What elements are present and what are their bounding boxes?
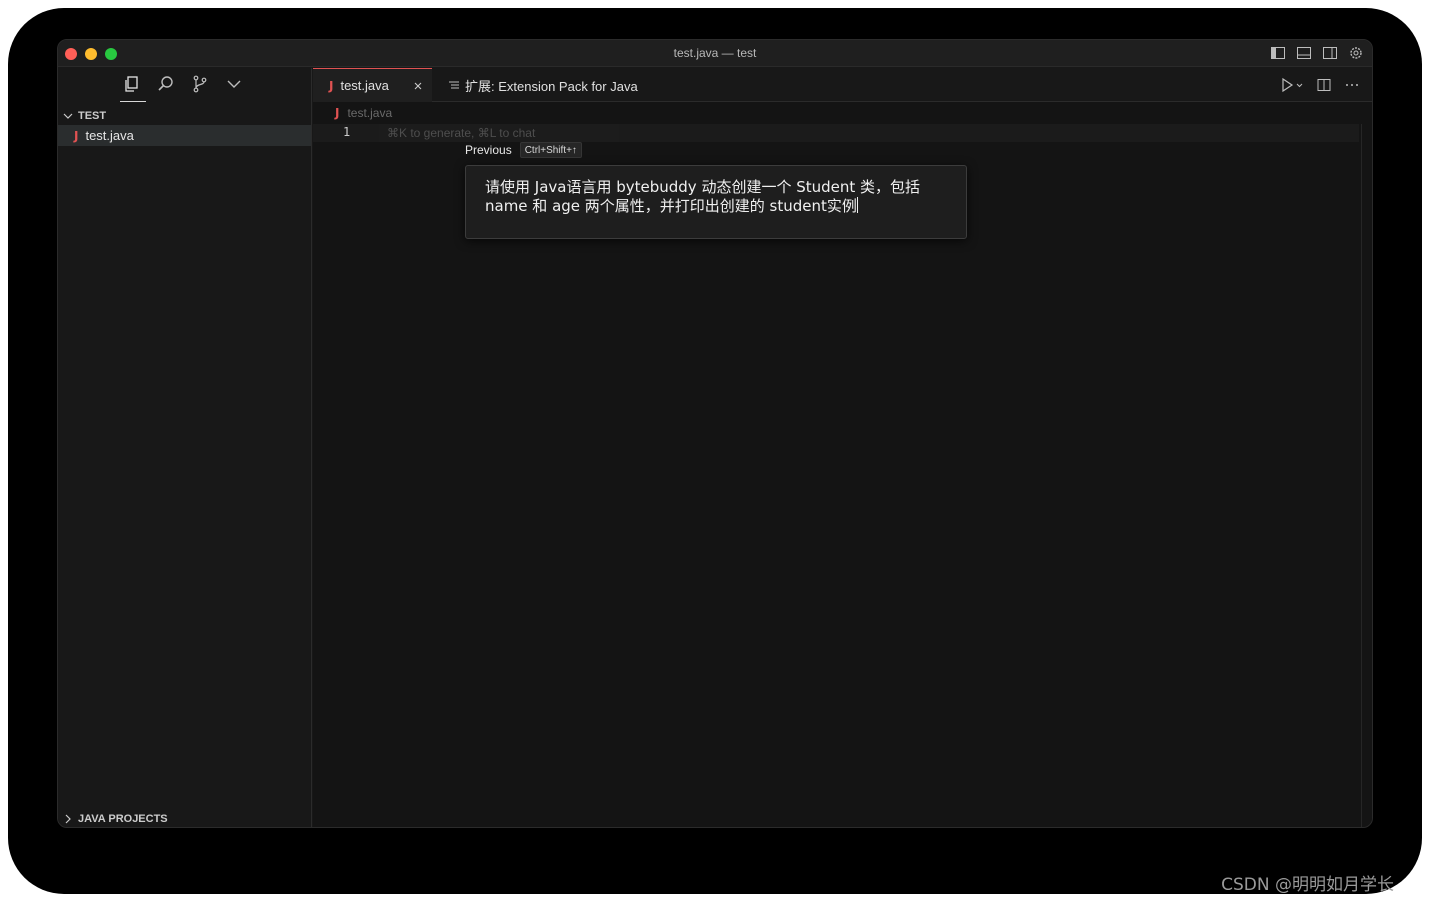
sidebar: TEST J test.java JAVA PROJECTS (58, 68, 312, 827)
tab-bar: J test.java 扩展: Extension Pack for Java (313, 68, 1372, 102)
search-icon[interactable] (156, 74, 176, 94)
inline-hint: ⌘K to generate, ⌘L to chat (379, 124, 619, 142)
active-view-indicator (120, 101, 146, 102)
explorer-section-test[interactable]: TEST (62, 107, 302, 125)
previous-shortcut: Ctrl+Shift+↑ (519, 142, 582, 158)
chevron-down-icon (63, 113, 73, 119)
section-title: JAVA PROJECTS (78, 813, 168, 825)
watermark: CSDN @明明如月学长 (1221, 875, 1394, 895)
java-projects-section[interactable]: JAVA PROJECTS (62, 810, 168, 827)
editor-area[interactable]: J test.java 1 ⌘K to generate, ⌘L to chat… (313, 102, 1372, 827)
split-editor-icon[interactable] (1316, 77, 1332, 98)
toggle-secondary-sidebar-icon[interactable] (1322, 45, 1338, 61)
explorer-icon[interactable] (122, 74, 142, 94)
window-title: test.java — test (673, 46, 757, 60)
close-icon[interactable] (412, 80, 424, 92)
settings-gear-icon[interactable] (1348, 45, 1364, 61)
tab-label: test.java (340, 78, 389, 93)
more-actions-icon[interactable] (1344, 77, 1360, 98)
section-title: TEST (78, 110, 107, 122)
toggle-primary-sidebar-icon[interactable] (1270, 45, 1286, 61)
previous-prompt-row[interactable]: Previous Ctrl+Shift+↑ (465, 142, 582, 158)
breadcrumb[interactable]: J test.java (335, 106, 392, 120)
toggle-panel-icon[interactable] (1296, 45, 1312, 61)
chevron-right-icon (65, 814, 71, 824)
tab-test-java[interactable]: J test.java (313, 68, 432, 102)
prompt-text[interactable]: 请使用 Java语言用 bytebuddy 动态创建一个 Student 类，包… (485, 178, 920, 215)
previous-label: Previous (465, 143, 512, 157)
chevron-down-icon[interactable] (224, 74, 244, 94)
text-caret (856, 197, 858, 213)
run-icon[interactable] (1280, 77, 1304, 98)
file-item-test-java[interactable]: J test.java (58, 125, 311, 146)
file-name: test.java (85, 128, 134, 143)
editor-window: test.java — test TEST J test.java JAVA P… (57, 39, 1373, 828)
line-number: 1 (343, 125, 351, 139)
preview-icon (449, 81, 459, 89)
ai-prompt-input[interactable]: 请使用 Java语言用 bytebuddy 动态创建一个 Student 类，包… (465, 165, 967, 239)
tab-label: 扩展: Extension Pack for Java (465, 78, 638, 94)
java-file-icon: J (335, 106, 340, 120)
title-bar: test.java — test (58, 40, 1372, 67)
vertical-scrollbar[interactable] (1361, 124, 1362, 827)
source-control-icon[interactable] (190, 74, 210, 94)
java-file-icon: J (74, 128, 79, 143)
breadcrumb-file: test.java (347, 106, 393, 120)
java-file-icon: J (329, 78, 334, 93)
tab-extension-pack[interactable]: 扩展: Extension Pack for Java (449, 68, 638, 102)
